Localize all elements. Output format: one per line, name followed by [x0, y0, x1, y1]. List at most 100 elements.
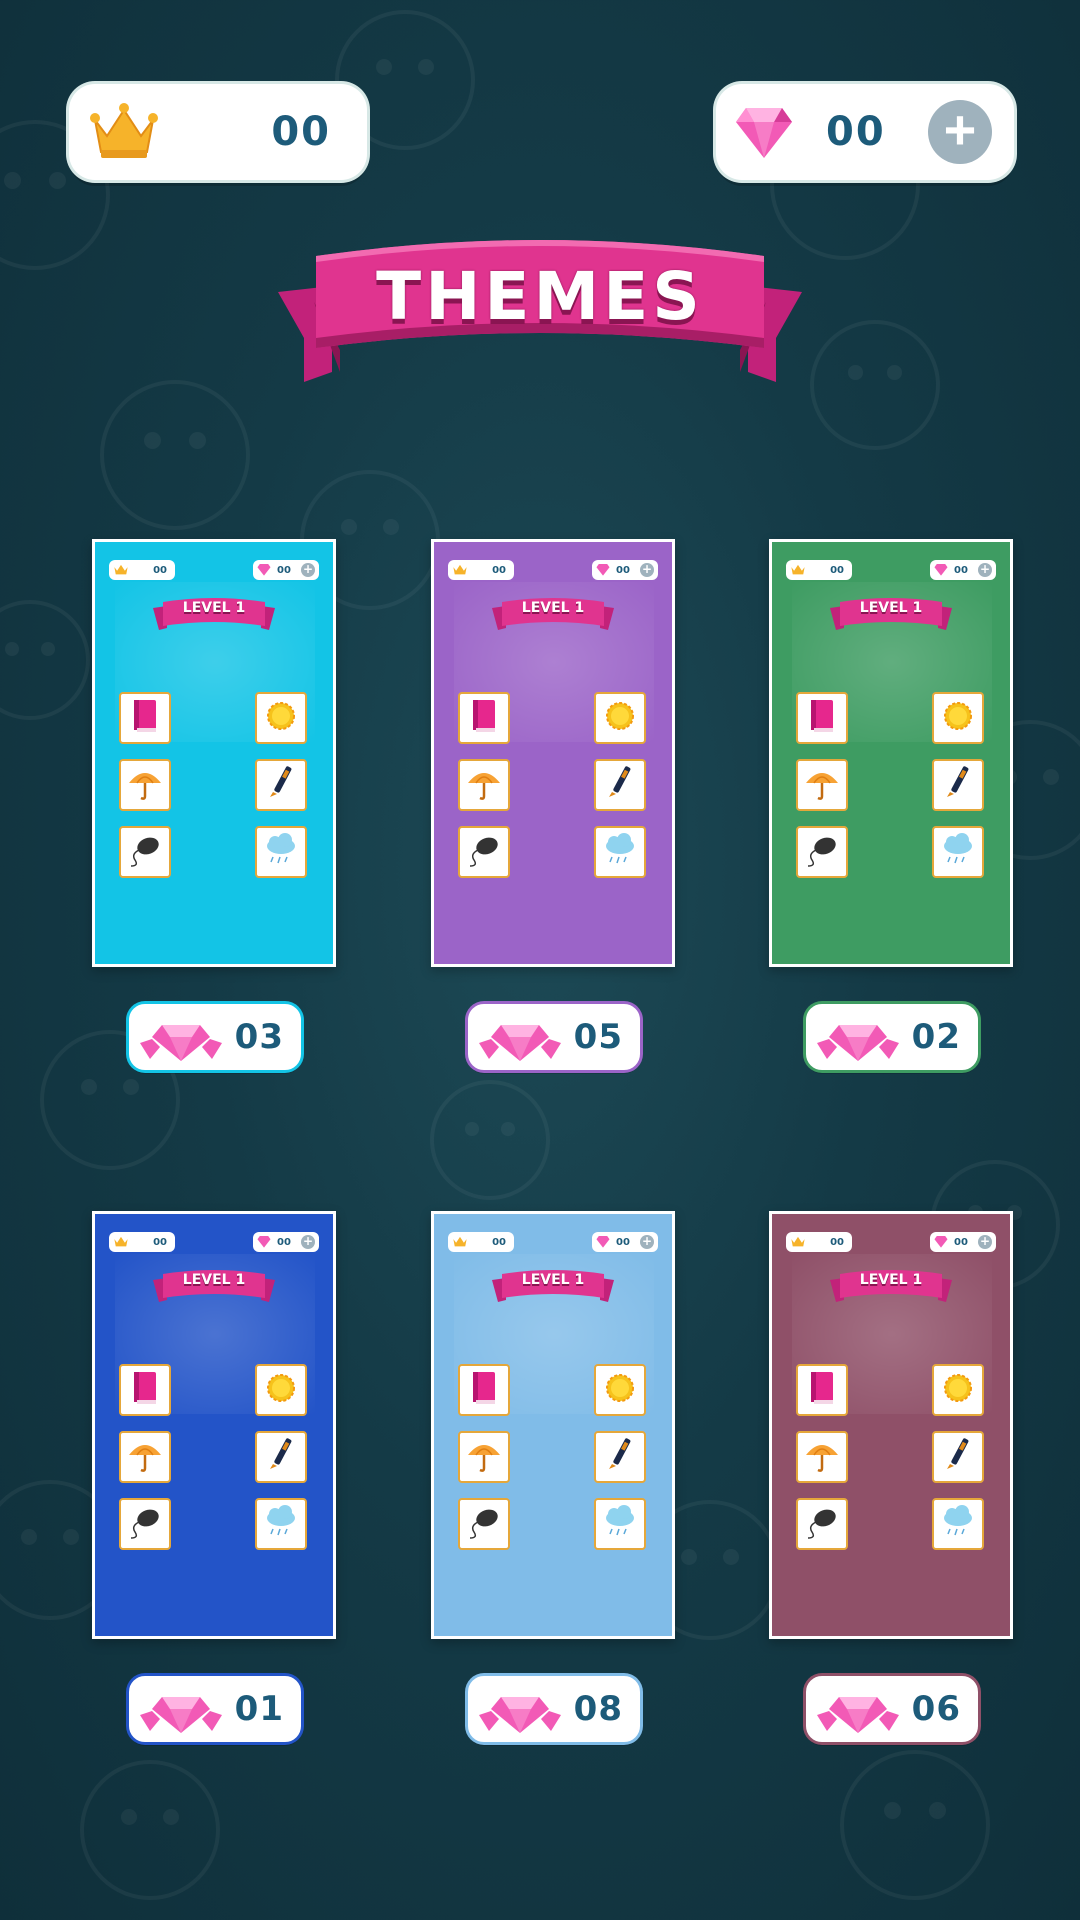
background-face-icon — [80, 1760, 220, 1900]
gem-icon — [736, 108, 792, 158]
crown-icon — [452, 1235, 468, 1249]
mini-crown-counter: 00 — [109, 1232, 175, 1252]
gem-icon — [934, 563, 948, 577]
tile-book-icon — [796, 692, 848, 744]
tile-mouse-icon — [796, 1498, 848, 1550]
theme-price: 08 — [573, 1689, 623, 1729]
theme-price-button[interactable]: 08 — [468, 1676, 640, 1742]
theme-card[interactable]: 00 00 + LEVEL 1 — [431, 539, 675, 967]
plus-icon: + — [943, 98, 977, 161]
mini-crown-count: 00 — [830, 1236, 844, 1248]
plus-icon: + — [640, 1234, 654, 1249]
tile-book-icon — [119, 1364, 171, 1416]
theme-card[interactable]: 00 00 + LEVEL 1 — [769, 1211, 1013, 1639]
rain-cloud-icon — [600, 830, 640, 874]
mini-gem-count: 00 — [954, 564, 968, 576]
book-icon — [125, 1368, 165, 1412]
sun-icon — [261, 1368, 301, 1412]
sun-icon — [261, 696, 301, 740]
sun-icon — [938, 696, 978, 740]
tile-umbrella-icon — [119, 759, 171, 811]
crown-icon — [790, 1235, 806, 1249]
tile-pen-icon — [932, 1431, 984, 1483]
theme-price-button[interactable]: 02 — [806, 1004, 978, 1070]
theme-card[interactable]: 00 00 + LEVEL 1 — [92, 539, 336, 967]
theme-price-button[interactable]: 01 — [129, 1676, 301, 1742]
mini-gem-count: 00 — [616, 1236, 630, 1248]
plus-icon: + — [978, 1234, 992, 1249]
umbrella-icon — [464, 1435, 504, 1479]
sun-icon — [938, 1368, 978, 1412]
crown-icon — [113, 563, 129, 577]
theme-price: 03 — [234, 1017, 284, 1057]
mini-crown-count: 00 — [153, 1236, 167, 1248]
level-label: LEVEL 1 — [521, 600, 585, 616]
theme-card[interactable]: 00 00 + LEVEL 1 — [431, 1211, 675, 1639]
add-gems-button[interactable]: + — [928, 100, 992, 164]
mini-gem-counter: 00 + — [930, 560, 996, 580]
tile-sun-icon — [932, 1364, 984, 1416]
gem-icon — [596, 1235, 610, 1249]
theme-card[interactable]: 00 00 + LEVEL 1 — [92, 1211, 336, 1639]
background-face-icon — [100, 380, 250, 530]
level-label: LEVEL 1 — [859, 1272, 923, 1288]
gem-cluster-icon — [477, 1019, 563, 1061]
theme-price-button[interactable]: 03 — [129, 1004, 301, 1070]
mini-crown-counter: 00 — [786, 1232, 852, 1252]
mini-gem-counter: 00 + — [253, 560, 319, 580]
crown-icon — [790, 563, 806, 577]
rain-cloud-icon — [600, 1502, 640, 1546]
tile-sun-icon — [255, 1364, 307, 1416]
crown-counter: 00 — [69, 84, 367, 180]
mini-gem-counter: 00 + — [930, 1232, 996, 1252]
sun-icon — [600, 696, 640, 740]
gem-count: 00 — [826, 109, 886, 155]
tile-pen-icon — [932, 759, 984, 811]
gem-cluster-icon — [138, 1019, 224, 1061]
book-icon — [802, 1368, 842, 1412]
book-icon — [464, 696, 504, 740]
rain-cloud-icon — [938, 830, 978, 874]
crown-count: 00 — [271, 109, 331, 155]
background-face-icon — [840, 1750, 990, 1900]
umbrella-icon — [125, 763, 165, 807]
tile-rain-cloud-icon — [932, 1498, 984, 1550]
tile-sun-icon — [932, 692, 984, 744]
crown-icon — [90, 103, 158, 158]
background-face-icon — [430, 1080, 550, 1200]
tile-umbrella-icon — [458, 1431, 510, 1483]
tile-pen-icon — [255, 759, 307, 811]
tile-umbrella-icon — [796, 1431, 848, 1483]
theme-price: 06 — [911, 1689, 961, 1729]
background-face-icon — [810, 320, 940, 450]
tile-sun-icon — [255, 692, 307, 744]
plus-icon: + — [640, 562, 654, 577]
umbrella-icon — [802, 1435, 842, 1479]
mini-crown-count: 00 — [153, 564, 167, 576]
mouse-icon — [125, 830, 165, 874]
mouse-icon — [464, 1502, 504, 1546]
title-ribbon: THEMES — [270, 230, 810, 400]
mini-gem-count: 00 — [954, 1236, 968, 1248]
tile-rain-cloud-icon — [594, 1498, 646, 1550]
plus-icon: + — [301, 1234, 315, 1249]
level-label: LEVEL 1 — [182, 600, 246, 616]
pen-icon — [938, 763, 978, 807]
theme-price: 05 — [573, 1017, 623, 1057]
theme-price-button[interactable]: 06 — [806, 1676, 978, 1742]
rain-cloud-icon — [261, 830, 301, 874]
tile-rain-cloud-icon — [932, 826, 984, 878]
tile-pen-icon — [255, 1431, 307, 1483]
tile-umbrella-icon — [119, 1431, 171, 1483]
tile-mouse-icon — [119, 826, 171, 878]
theme-price-button[interactable]: 05 — [468, 1004, 640, 1070]
rain-cloud-icon — [938, 1502, 978, 1546]
pen-icon — [261, 763, 301, 807]
level-label: LEVEL 1 — [182, 1272, 246, 1288]
rain-cloud-icon — [261, 1502, 301, 1546]
mini-gem-count: 00 — [616, 564, 630, 576]
theme-card[interactable]: 00 00 + LEVEL 1 — [769, 539, 1013, 967]
level-label: LEVEL 1 — [521, 1272, 585, 1288]
mini-gem-counter: 00 + — [253, 1232, 319, 1252]
gem-cluster-icon — [815, 1019, 901, 1061]
